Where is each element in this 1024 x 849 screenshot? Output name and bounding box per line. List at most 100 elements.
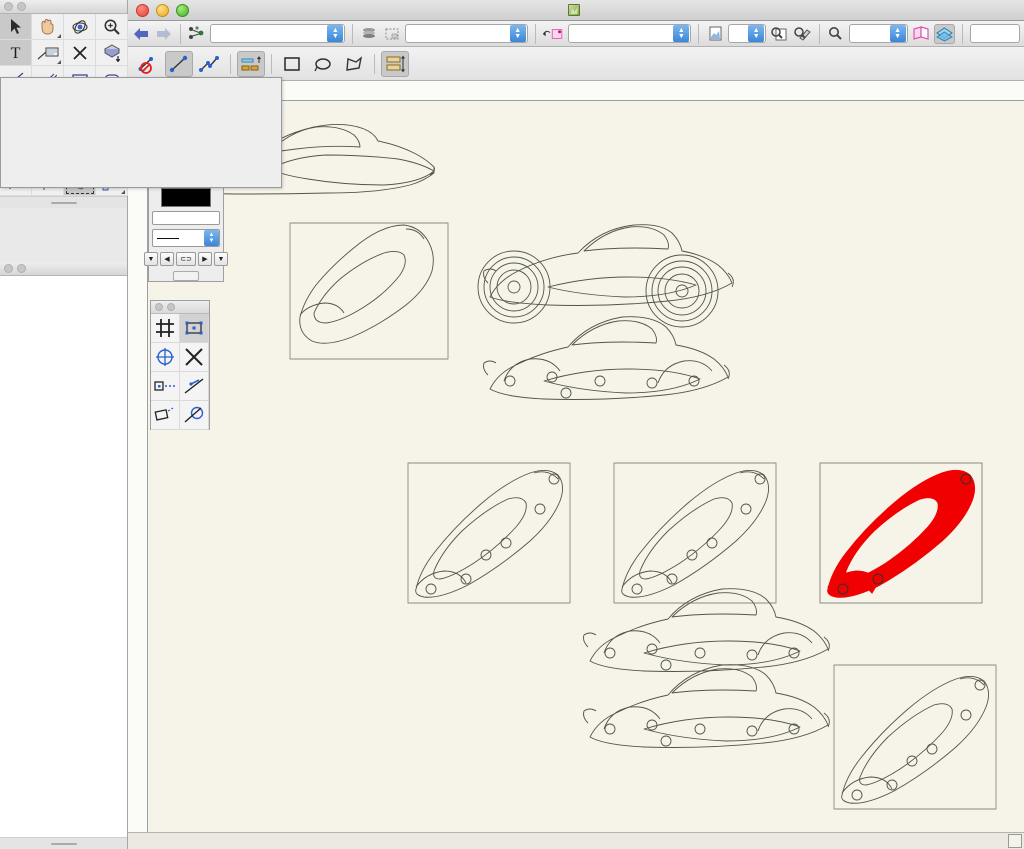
- layer-dropdown[interactable]: ▲ ▼: [404, 24, 528, 43]
- delete-tool[interactable]: [64, 40, 96, 66]
- tool-sets-expand-button[interactable]: [50, 842, 77, 845]
- zoom-dropdown[interactable]: ▲ ▼: [849, 24, 908, 43]
- opacity-field[interactable]: [152, 211, 220, 226]
- snap-to-distance-button[interactable]: [151, 401, 180, 430]
- rect-marquee-mode-button[interactable]: [278, 51, 306, 77]
- grouping-mode-button[interactable]: [237, 50, 265, 77]
- fit-to-page-icon[interactable]: [770, 24, 789, 44]
- toolsets-close-dot[interactable]: [4, 264, 13, 273]
- toolbar-separator: [179, 23, 181, 44]
- attr-next-button[interactable]: ▶: [198, 252, 212, 267]
- corvette-detail-sketch: [483, 316, 730, 400]
- selection-tool[interactable]: [0, 14, 32, 40]
- smart-edge-button[interactable]: [180, 372, 209, 401]
- working-plane-dropdown[interactable]: ▲ ▼: [568, 24, 692, 43]
- diagonal-framed-sketch-1: [407, 462, 571, 604]
- interactive-scale-button[interactable]: [381, 50, 409, 77]
- tool-expand-corner[interactable]: [57, 34, 61, 38]
- toolsets-minimize-dot[interactable]: [17, 264, 26, 273]
- tool-expand-corner[interactable]: [57, 60, 61, 64]
- coordinate-readout: [1008, 834, 1022, 848]
- snap-to-object-button[interactable]: [180, 314, 209, 343]
- line-weight-row[interactable]: ▲ ▼: [152, 229, 220, 248]
- snap-to-tangent-button[interactable]: [180, 401, 209, 430]
- layers-stack-icon[interactable]: [360, 24, 378, 44]
- smart-points-button[interactable]: [151, 372, 180, 401]
- toolbar-separator: [352, 23, 354, 44]
- snapping-palette: [150, 300, 210, 430]
- attr-menu-button[interactable]: ▼: [144, 252, 158, 267]
- basic-palette-expand-button[interactable]: [50, 201, 77, 204]
- zoom-tool[interactable]: [96, 14, 128, 40]
- basic-palette-footer[interactable]: [0, 196, 127, 208]
- working-plane-glyph-icon[interactable]: [542, 24, 564, 44]
- window-title: [567, 4, 585, 16]
- line-weight-stepper[interactable]: ▲ ▼: [204, 230, 219, 247]
- snap-to-grid-button[interactable]: [151, 314, 180, 343]
- attr-prev-button[interactable]: ◀: [160, 252, 174, 267]
- page-dropdown[interactable]: ▲ ▼: [728, 24, 767, 43]
- attributes-palette: ▲ ▼ ▼ ◀ ⊂⊃ ▶ ▼: [144, 186, 228, 282]
- no-snap-mode-button[interactable]: [134, 51, 162, 77]
- drawing-canvas[interactable]: [148, 101, 1024, 832]
- maximize-button[interactable]: [176, 4, 189, 17]
- chevron-updown-icon: ▲ ▼: [327, 25, 344, 42]
- vectorworks-application: ▲ ▼ ▲ ▼ ▲ ▼ ▲ ▼ ▲ ▼ T ▲ ▼ ▼ ◀ ⊂⊃ ▶ ▼: [0, 0, 1024, 849]
- line-style-preview: [157, 237, 179, 239]
- diagonal-framed-sketch-2: [613, 462, 777, 604]
- tool-sets-footer[interactable]: [0, 837, 127, 849]
- close-button[interactable]: [136, 4, 149, 17]
- callout-tool[interactable]: [32, 40, 64, 66]
- snap-grid-icon[interactable]: [382, 24, 400, 44]
- back-arrow-button[interactable]: [132, 24, 150, 44]
- basic-palette-header[interactable]: [0, 0, 127, 14]
- chevron-updown-icon: ▲ ▼: [673, 25, 690, 42]
- lasso-marquee-mode-button[interactable]: [309, 51, 337, 77]
- corvette-bottom-sketch-2: [583, 664, 830, 748]
- toolbar-separator: [534, 23, 536, 44]
- single-object-mode-button[interactable]: [165, 50, 193, 77]
- fill-color-swatch[interactable]: [161, 188, 211, 208]
- snap-to-angle-button[interactable]: [180, 343, 209, 372]
- class-dropdown[interactable]: ▲ ▼: [209, 24, 346, 43]
- attributes-expand-button[interactable]: [173, 271, 199, 281]
- poly-marquee-mode-button[interactable]: [340, 51, 368, 77]
- vectorworks-document-icon: [567, 4, 580, 16]
- corvette-framed-sketch-1: [289, 222, 449, 360]
- pan-tool[interactable]: [32, 14, 64, 40]
- palette-minimize-dot[interactable]: [17, 2, 26, 11]
- snap-close-dot[interactable]: [155, 303, 163, 311]
- flyover-tool[interactable]: [64, 14, 96, 40]
- attribute-button-row: ▼ ◀ ⊂⊃ ▶ ▼: [144, 252, 228, 267]
- attr-link-button[interactable]: ⊂⊃: [176, 252, 196, 267]
- tool-sets-header[interactable]: [0, 262, 127, 276]
- chevron-updown-icon: ▲ ▼: [509, 25, 526, 42]
- forward-arrow-button[interactable]: [154, 24, 172, 44]
- snap-to-intersection-button[interactable]: [151, 343, 180, 372]
- text-tool[interactable]: T: [0, 40, 32, 66]
- snap-grid: [151, 314, 209, 430]
- window-controls[interactable]: [136, 0, 189, 21]
- mode-separator: [271, 53, 272, 74]
- extrude-tool[interactable]: [96, 40, 128, 66]
- selected-red-shape: [819, 462, 983, 604]
- fit-to-objects-icon[interactable]: [793, 24, 812, 44]
- layer-opacity-icon[interactable]: [933, 23, 955, 44]
- tool-expand-corner[interactable]: [121, 190, 125, 194]
- chevron-updown-icon: ▲ ▼: [889, 25, 906, 42]
- class-nodes-icon[interactable]: [188, 24, 206, 44]
- multi-object-mode-button[interactable]: [196, 51, 224, 77]
- view-toolbar: ▲ ▼ ▲ ▼ ▲ ▼ ▲ ▼ ▲ ▼: [128, 21, 1024, 47]
- view-dropdown[interactable]: [969, 24, 1020, 43]
- mode-separator: [374, 53, 375, 74]
- palette-close-dot[interactable]: [4, 2, 13, 11]
- snap-minimize-dot[interactable]: [167, 303, 175, 311]
- snap-palette-header[interactable]: [151, 301, 209, 314]
- vertical-ruler[interactable]: [128, 101, 148, 832]
- plane-toggle-icon[interactable]: [912, 24, 930, 44]
- svg-text:T: T: [11, 45, 21, 61]
- attr-more-button[interactable]: ▼: [214, 252, 228, 267]
- magnifier-icon[interactable]: [827, 24, 845, 44]
- page-setup-icon[interactable]: [706, 24, 724, 44]
- minimize-button[interactable]: [156, 4, 169, 17]
